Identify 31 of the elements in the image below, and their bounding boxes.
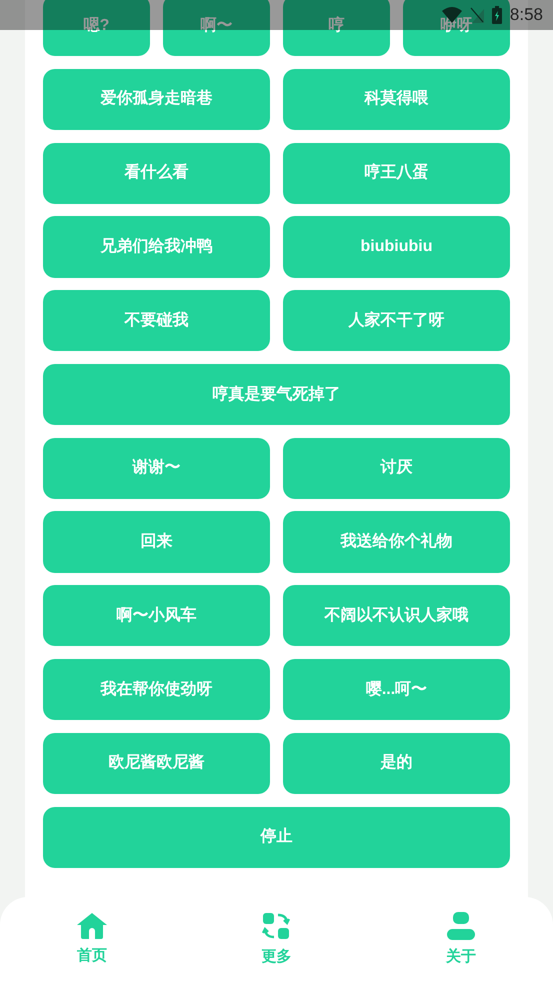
- nav-tab[interactable]: 首页: [57, 912, 128, 968]
- sound-button[interactable]: 不阔以不认识人家哦: [283, 585, 510, 646]
- sound-button[interactable]: 哼: [283, 0, 390, 56]
- sound-button[interactable]: 看什么看: [43, 142, 270, 204]
- sound-button[interactable]: 爱你孤身走暗巷: [43, 68, 270, 130]
- swap-icon: [262, 912, 290, 940]
- nav-tab[interactable]: 更多: [241, 912, 312, 968]
- sound-button[interactable]: 人家不干了呀: [283, 290, 510, 352]
- sound-button[interactable]: biubiubiu: [283, 216, 510, 278]
- nav-tab[interactable]: 关于: [426, 912, 496, 968]
- status-time: 8:58: [510, 4, 543, 26]
- sound-button[interactable]: 停止: [43, 806, 510, 868]
- sound-button[interactable]: 哼王八蛋: [283, 142, 510, 204]
- sound-button[interactable]: 兄弟们给我冲鸭: [43, 216, 270, 278]
- sound-button[interactable]: 嘤...呵〜: [283, 659, 510, 720]
- sound-button[interactable]: 我送给你个礼物: [283, 511, 510, 573]
- sound-button[interactable]: 啊〜小风车: [43, 585, 270, 646]
- sound-button[interactable]: 不要碰我: [43, 290, 270, 352]
- sound-button[interactable]: 嗯?: [43, 0, 150, 56]
- sound-button[interactable]: 谢谢〜: [43, 438, 270, 499]
- battery-icon: [492, 6, 502, 24]
- sound-button[interactable]: 回来: [43, 511, 270, 573]
- user-icon: [446, 912, 476, 940]
- sound-button[interactable]: 讨厌: [283, 438, 510, 499]
- sound-button[interactable]: 科莫得喂: [283, 68, 510, 130]
- sound-button[interactable]: 欧尼酱欧尼酱: [43, 732, 270, 794]
- sound-button[interactable]: 是的: [283, 732, 510, 794]
- sound-button[interactable]: 我在帮你使劲呀: [43, 659, 270, 720]
- sound-button[interactable]: 啊〜: [163, 0, 270, 56]
- home-icon: [77, 912, 108, 939]
- sound-button[interactable]: 哼真是要气死掉了: [43, 364, 510, 426]
